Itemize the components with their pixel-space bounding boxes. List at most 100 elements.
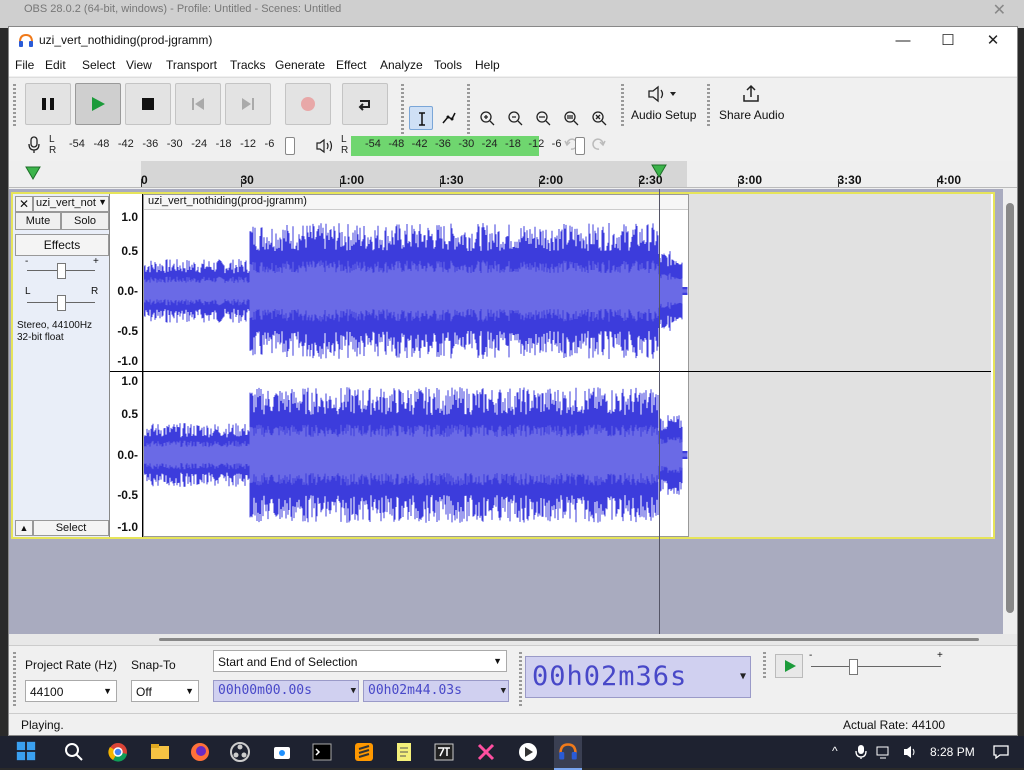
selection-end-time[interactable]: 00h02m44.03s ▼ (363, 680, 509, 702)
vertical-scroll-thumb[interactable] (1006, 203, 1014, 613)
play-meter-r: R (341, 145, 349, 156)
ruler-top-m1: -1.0 (117, 354, 138, 368)
menu-generate[interactable]: Generate (275, 58, 325, 72)
audio-setup-button[interactable]: Audio Setup (627, 78, 699, 132)
toolbar-grip[interactable] (13, 84, 16, 126)
selection-grip[interactable] (13, 652, 16, 708)
zoom-out-button[interactable] (503, 106, 527, 130)
pan-slider[interactable] (57, 295, 66, 311)
audio-position-time[interactable]: 00h02m36s ▼ (525, 656, 751, 698)
menu-tracks[interactable]: Tracks (230, 58, 266, 72)
collapse-track-icon[interactable]: ▲ (15, 520, 33, 536)
horizontal-scrollbar[interactable] (9, 634, 1017, 645)
snap-to-select[interactable]: Off ▼ (131, 680, 199, 702)
track-area[interactable]: ✕ uzi_vert_not ▼ Mute Solo Effects - + L… (9, 189, 1017, 634)
effects-button[interactable]: Effects (15, 234, 109, 256)
timeline-ruler[interactable]: 0 30 1:00 1:30 2:00 2:30 3:00 3:30 4:00 (9, 161, 1017, 188)
play-meter[interactable]: L R -54 -48 -42 -36 -30 -24 -18 -12 -6 (311, 134, 591, 156)
windows-start-icon[interactable] (14, 740, 38, 762)
timeline-clip-range (141, 161, 687, 187)
fit-project-button[interactable] (559, 106, 583, 130)
audacity-taskbar-item[interactable] (554, 736, 582, 770)
menu-effect[interactable]: Effect (336, 58, 366, 72)
clock[interactable]: 8:28 PM (930, 745, 975, 759)
share-grip[interactable] (707, 84, 710, 128)
zoom-in-icon (480, 111, 495, 126)
playback-speaker-icon (316, 138, 333, 154)
selection-start-time[interactable]: 00h00m00.00s ▼ (213, 680, 359, 702)
file-explorer-icon[interactable] (148, 741, 172, 763)
audio-clip[interactable]: uzi_vert_nothiding(prod-jgramm) (143, 194, 689, 537)
tray-network-icon[interactable] (876, 744, 894, 760)
menu-analyze[interactable]: Analyze (380, 58, 423, 72)
selection-tool[interactable] (409, 106, 433, 130)
select-track-button[interactable]: Select (33, 520, 109, 536)
time-grip[interactable] (519, 652, 522, 708)
notepad-icon[interactable] (392, 741, 416, 763)
firefox-icon[interactable] (188, 741, 212, 763)
record-meter[interactable]: L R -54 -48 -42 -36 -30 -24 -18 -12 -6 (9, 134, 309, 156)
waveform-area[interactable]: uzi_vert_nothiding(prod-jgramm) (143, 194, 991, 537)
playhead-line (659, 189, 660, 634)
track-name-dropdown[interactable]: uzi_vert_not ▼ (33, 196, 109, 212)
mute-button[interactable]: Mute (15, 212, 61, 230)
vertical-scrollbar[interactable] (1003, 189, 1017, 634)
obs-icon[interactable] (228, 741, 252, 763)
pause-button[interactable] (25, 83, 71, 125)
skip-to-start-button[interactable] (175, 83, 221, 125)
share-audio-button[interactable]: Share Audio (713, 78, 789, 132)
timeline-tick: 0 (141, 173, 148, 187)
tray-volume-icon[interactable] (902, 744, 920, 760)
tray-microphone-icon[interactable] (854, 744, 868, 760)
project-rate-select[interactable]: 44100 ▼ (25, 680, 117, 702)
zoom-in-button[interactable] (475, 106, 499, 130)
maximize-icon[interactable]: ☐ (930, 30, 966, 52)
skip-start-icon (192, 98, 204, 110)
menu-help[interactable]: Help (475, 58, 500, 72)
search-icon[interactable] (62, 741, 86, 763)
track-close-icon[interactable]: ✕ (15, 196, 33, 212)
record-meter-tick: -48 (93, 138, 110, 150)
envelope-tool[interactable] (437, 106, 461, 130)
selection-mode-select[interactable]: Start and End of Selection ▼ (213, 650, 507, 672)
solo-button[interactable]: Solo (61, 212, 109, 230)
play-at-speed-button[interactable] (775, 654, 803, 678)
sublime-icon[interactable] (352, 741, 376, 763)
device-grip[interactable] (621, 84, 624, 128)
snipping-tool-icon[interactable] (270, 741, 294, 763)
play-meter-tick: -42 (411, 138, 428, 150)
menu-tools[interactable]: Tools (434, 58, 462, 72)
notification-icon[interactable] (992, 744, 1010, 760)
zoom-toggle-button[interactable] (587, 106, 611, 130)
7zip-icon[interactable] (432, 741, 456, 763)
menu-file[interactable]: File (15, 58, 34, 72)
record-button[interactable] (285, 83, 331, 125)
menu-view[interactable]: View (126, 58, 152, 72)
loop-button[interactable] (342, 83, 388, 125)
gain-slider[interactable] (57, 263, 66, 279)
tray-chevron-up-icon[interactable]: ^ (832, 744, 838, 758)
chrome-icon[interactable] (106, 741, 130, 763)
horizontal-scroll-thumb[interactable] (159, 638, 979, 641)
selection-end-chevron-icon: ▼ (500, 686, 506, 696)
ruler-bottom-0: 0.0- (117, 448, 138, 462)
play-meter-slider[interactable] (575, 137, 585, 155)
background-close-icon[interactable]: ✕ (993, 0, 1006, 20)
minimize-icon[interactable]: — (885, 30, 921, 52)
record-meter-slider[interactable] (285, 137, 295, 155)
menu-select[interactable]: Select (82, 58, 115, 72)
tool-app-icon[interactable] (474, 741, 498, 763)
play-button[interactable] (75, 83, 121, 125)
menu-edit[interactable]: Edit (45, 58, 66, 72)
menu-transport[interactable]: Transport (166, 58, 217, 72)
audio-track[interactable]: ✕ uzi_vert_not ▼ Mute Solo Effects - + L… (11, 192, 995, 539)
terminal-icon[interactable] (310, 741, 334, 763)
stop-button[interactable] (125, 83, 171, 125)
close-icon[interactable]: ✕ (975, 30, 1011, 52)
play-at-speed-grip[interactable] (763, 652, 766, 678)
speed-slider[interactable] (849, 659, 858, 675)
clip-title-bar[interactable]: uzi_vert_nothiding(prod-jgramm) (144, 195, 688, 210)
media-player-icon[interactable] (516, 741, 540, 763)
skip-to-end-button[interactable] (225, 83, 271, 125)
fit-selection-button[interactable] (531, 106, 555, 130)
